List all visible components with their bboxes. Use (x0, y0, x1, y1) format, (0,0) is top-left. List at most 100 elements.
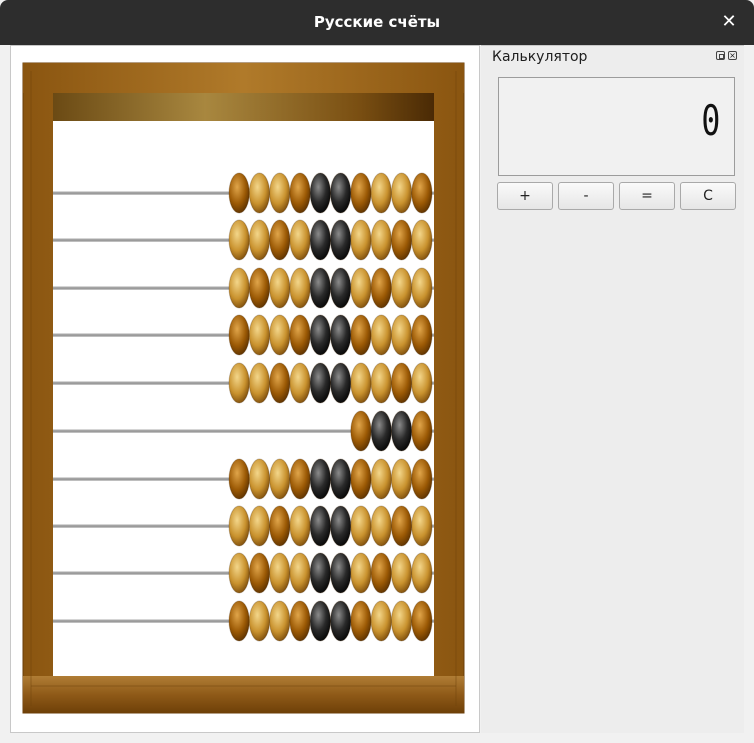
abacus-bead (411, 600, 433, 642)
abacus-bead (248, 172, 271, 214)
abacus-bead (370, 267, 392, 309)
abacus-bead (269, 219, 291, 261)
abacus-bead (289, 267, 311, 309)
abacus-bead (411, 410, 433, 452)
abacus-bead (269, 362, 291, 404)
abacus-bead (269, 314, 291, 356)
abacus-bead (228, 552, 250, 594)
dock-close-icon[interactable]: × (728, 51, 737, 60)
abacus-bead (350, 172, 372, 214)
abacus-bead (248, 314, 271, 356)
abacus-bead (390, 410, 413, 452)
abacus-bead (350, 600, 372, 642)
abacus-bead (289, 314, 311, 356)
abacus-bead (390, 458, 413, 500)
abacus-bead (269, 267, 291, 309)
abacus-bead (330, 505, 352, 547)
plus-button[interactable]: + (497, 182, 553, 210)
abacus-bead (309, 362, 332, 404)
abacus-bead (269, 458, 291, 500)
abacus-panel (10, 45, 480, 733)
abacus-bead (350, 362, 372, 404)
abacus-bead (289, 219, 311, 261)
abacus-bead (390, 172, 413, 214)
equals-button[interactable]: = (619, 182, 675, 210)
abacus-bead (390, 552, 413, 594)
abacus-bead (269, 600, 291, 642)
abacus-bead (228, 267, 250, 309)
display-value: 0 (701, 96, 720, 145)
abacus-bead (390, 362, 413, 404)
abacus-bead (289, 505, 311, 547)
abacus-bead (228, 314, 250, 356)
abacus-bead (390, 219, 413, 261)
abacus-bead (330, 362, 352, 404)
abacus[interactable] (11, 46, 479, 732)
abacus-bead (350, 314, 372, 356)
calculator-title: Калькулятор (492, 49, 588, 65)
abacus-bead (350, 267, 372, 309)
abacus-bead (350, 552, 372, 594)
abacus-bead (309, 267, 332, 309)
abacus-bead (228, 458, 250, 500)
abacus-bead (350, 458, 372, 500)
abacus-bead (330, 267, 352, 309)
abacus-bead (411, 267, 433, 309)
abacus-bead (330, 552, 352, 594)
abacus-bead (411, 458, 433, 500)
abacus-bead (309, 505, 332, 547)
abacus-bead (370, 505, 392, 547)
abacus-bead (309, 219, 332, 261)
abacus-bead (370, 314, 392, 356)
abacus-bead (289, 362, 311, 404)
frame-top-bar (23, 63, 464, 93)
abacus-bead (330, 314, 352, 356)
abacus-bead (390, 267, 413, 309)
abacus-bead (350, 410, 372, 452)
abacus-bead (228, 362, 250, 404)
abacus-bead (411, 219, 433, 261)
abacus-bead (248, 219, 271, 261)
abacus-bead (228, 505, 250, 547)
abacus-bead (370, 410, 392, 452)
abacus-bead (390, 600, 413, 642)
window-title: Русские счёты (313, 13, 441, 31)
abacus-bead (289, 172, 311, 214)
abacus-bead (370, 172, 392, 214)
abacus-bead (269, 505, 291, 547)
close-button[interactable]: ✕ (718, 11, 740, 33)
abacus-bead (330, 458, 352, 500)
abacus-bead (289, 600, 311, 642)
abacus-bead (269, 552, 291, 594)
abacus-bead (289, 458, 311, 500)
abacus-bead (228, 172, 250, 214)
abacus-bead (309, 552, 332, 594)
abacus-bead (411, 362, 433, 404)
abacus-bead (330, 600, 352, 642)
abacus-bead (248, 552, 271, 594)
minus-button[interactable]: - (558, 182, 614, 210)
calculator-display: 0 (498, 77, 735, 176)
abacus-bead (411, 314, 433, 356)
abacus-bead (228, 219, 250, 261)
abacus-bead (411, 552, 433, 594)
abacus-bead (370, 600, 392, 642)
dock-float-icon[interactable] (716, 51, 725, 60)
abacus-bead (228, 600, 250, 642)
abacus-bead (370, 362, 392, 404)
abacus-bead (350, 219, 372, 261)
abacus-bead (330, 219, 352, 261)
abacus-bead (309, 314, 332, 356)
abacus-bead (289, 552, 311, 594)
abacus-bead (350, 505, 372, 547)
abacus-bead (248, 458, 271, 500)
frame-bottom-bar (23, 676, 464, 713)
abacus-bead (248, 267, 271, 309)
window-titlebar: Русские счёты ✕ (0, 0, 754, 45)
abacus-bead (390, 505, 413, 547)
abacus-bead (370, 552, 392, 594)
abacus-bead (309, 458, 332, 500)
abacus-bead (309, 600, 332, 642)
abacus-bead (330, 172, 352, 214)
clear-button[interactable]: C (680, 182, 736, 210)
